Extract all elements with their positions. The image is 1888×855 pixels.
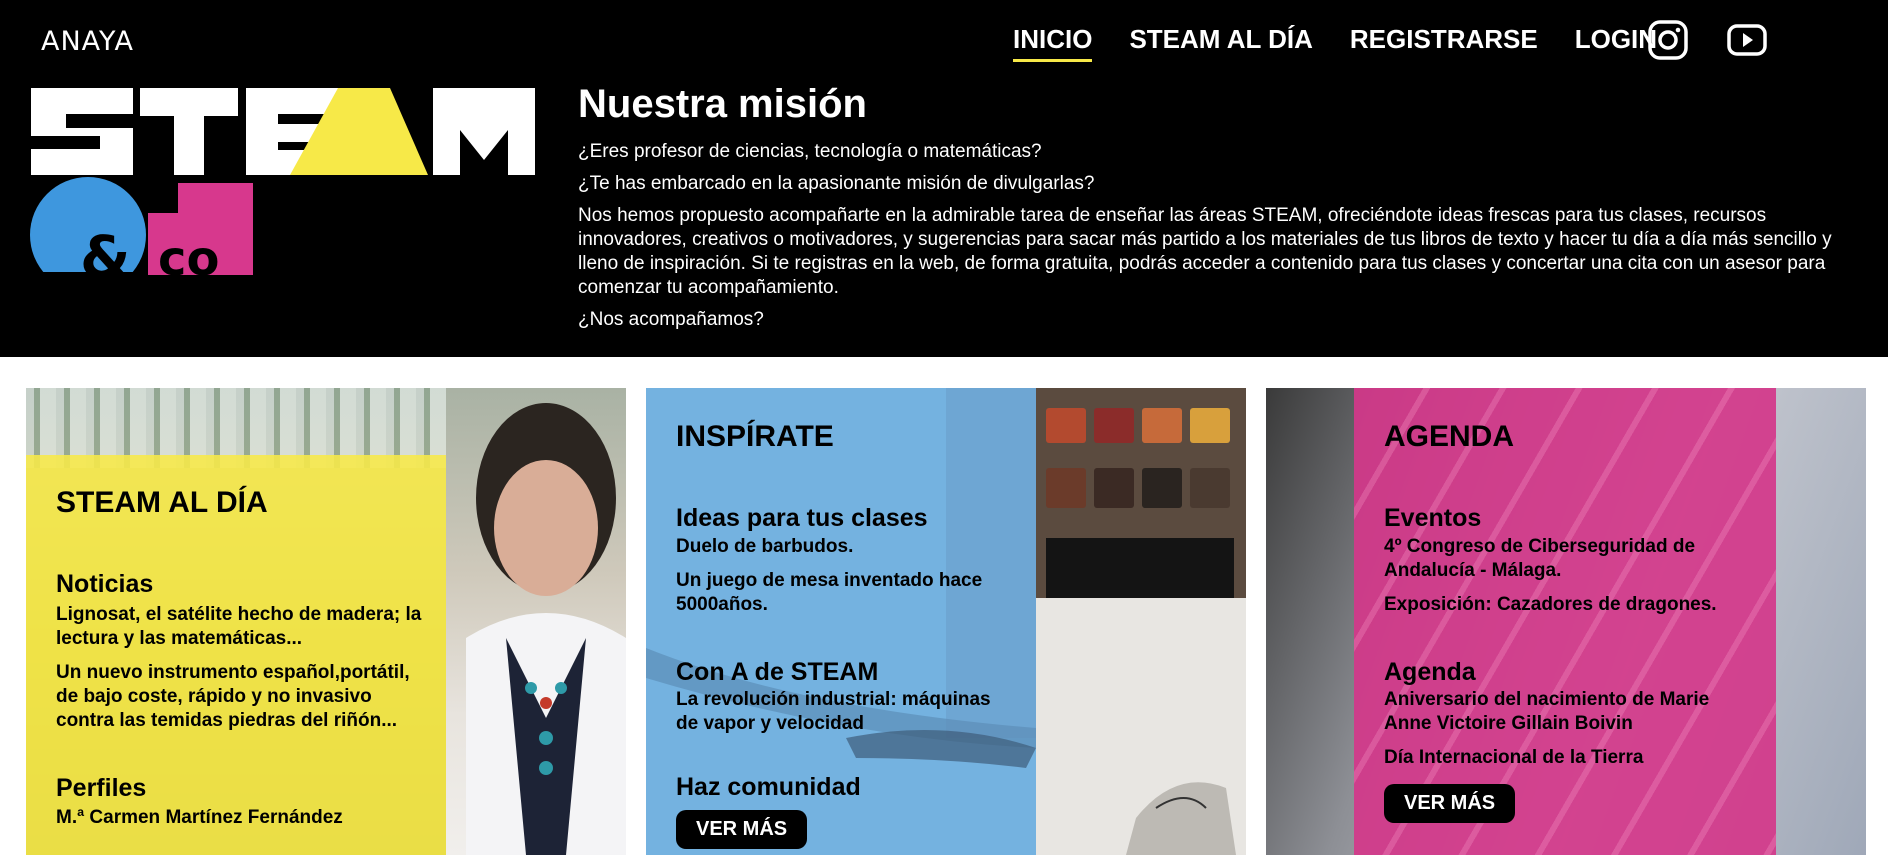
mission-paragraph: Nos hemos propuesto acompañarte en la ad… — [578, 205, 1832, 298]
main-nav: INICIO STEAM AL DÍA REGISTRARSE LOGIN — [1013, 18, 1694, 62]
idea-link[interactable]: Un juego de mesa inventado hace 5000años… — [676, 569, 1016, 617]
section-heading-noticias[interactable]: Noticias — [56, 570, 426, 599]
section-heading-eventos[interactable]: Eventos — [1384, 504, 1754, 533]
mission-paragraph: ¿Eres profesor de ciencias, tecnología o… — [578, 141, 1042, 162]
portrait-photo — [446, 388, 626, 855]
idea-link[interactable]: Duelo de barbudos. — [676, 535, 1016, 559]
mission-section: Nuestra misión ¿Eres profesor de ciencia… — [578, 82, 1868, 340]
card-title[interactable]: AGENDA — [1384, 420, 1754, 453]
mission-paragraph: ¿Te has embarcado en la apasionante misi… — [578, 173, 1095, 194]
steam-co-logo: & co — [28, 88, 535, 275]
event-link[interactable]: 4º Congreso de Ciberseguridad de Andaluc… — [1384, 535, 1754, 583]
section-heading-perfiles[interactable]: Perfiles — [56, 774, 426, 803]
card-inspirate[interactable]: INSPÍRATE Ideas para tus clases Duelo de… — [646, 388, 1246, 855]
event-link[interactable]: Exposición: Cazadores de dragones. — [1384, 593, 1754, 617]
section-heading-con-a-de-steam[interactable]: Con A de STEAM — [676, 658, 1016, 687]
news-link[interactable]: Un nuevo instrumento español,portátil, d… — [56, 661, 426, 733]
card-title[interactable]: STEAM AL DÍA — [56, 486, 426, 519]
nav-item-inicio[interactable]: INICIO — [1013, 24, 1093, 62]
youtube-icon[interactable] — [1726, 21, 1768, 64]
nav-item-steam-al-dia[interactable]: STEAM AL DÍA — [1129, 24, 1312, 55]
nav-item-login[interactable]: LOGIN — [1575, 24, 1657, 55]
nav-item-registrarse[interactable]: REGISTRARSE — [1350, 24, 1538, 55]
card-title[interactable]: INSPÍRATE — [676, 420, 1016, 453]
anaya-logo[interactable]: ANAYA — [41, 26, 134, 57]
card-agenda[interactable]: AGENDA Eventos 4º Congreso de Cibersegur… — [1266, 388, 1866, 855]
section-heading-ideas[interactable]: Ideas para tus clases — [676, 504, 1016, 533]
agenda-link[interactable]: Día Internacional de la Tierra — [1384, 746, 1754, 770]
mission-title: Nuestra misión — [578, 82, 867, 126]
watercolor-photo — [1036, 388, 1246, 855]
ver-mas-button[interactable]: VER MÁS — [1384, 784, 1516, 823]
svg-text:co: co — [158, 231, 219, 275]
site-header: ANAYA INICIO STEAM AL DÍA REGISTRARSE LO… — [0, 0, 1888, 357]
section-heading-agenda[interactable]: Agenda — [1384, 658, 1754, 687]
steam-link[interactable]: La revolución industrial: máquinas de va… — [676, 688, 1016, 736]
profile-link[interactable]: M.ª Carmen Martínez Fernández — [56, 806, 426, 830]
agenda-link[interactable]: Aniversario del nacimiento de Marie Anne… — [1384, 688, 1754, 736]
ver-mas-button[interactable]: VER MÁS — [676, 809, 808, 849]
section-heading-haz-comunidad[interactable]: Haz comunidad — [676, 773, 1016, 802]
card-steam-al-dia[interactable]: STEAM AL DÍA Noticias Lignosat, el satél… — [26, 388, 626, 855]
news-link[interactable]: Lignosat, el satélite hecho de madera; l… — [56, 603, 426, 651]
svg-text:&: & — [80, 223, 131, 275]
mission-paragraph: ¿Nos acompañamos? — [578, 309, 764, 330]
instagram-icon[interactable] — [1647, 19, 1689, 66]
